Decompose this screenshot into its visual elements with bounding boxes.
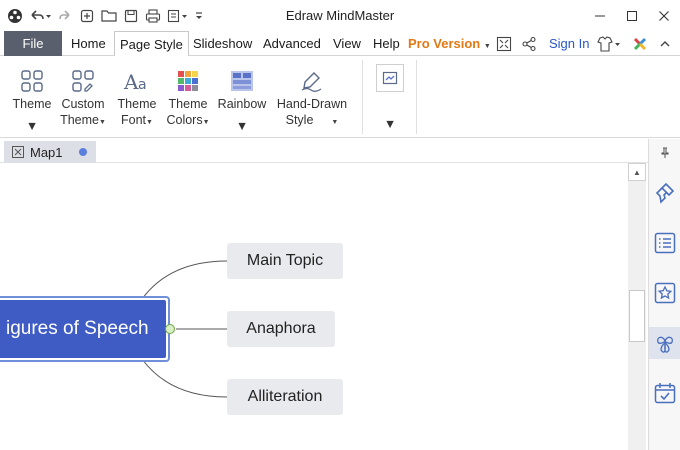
format-brush-icon[interactable] [649,177,680,209]
caret-down-icon: ▼ [235,119,249,133]
pro-version-button[interactable]: Pro Version ▼ [408,31,491,56]
caret-down-icon: ▼ [98,119,106,126]
minimize-icon[interactable] [584,0,616,31]
caret-down-icon: ▼ [331,119,339,126]
main-topic[interactable]: Anaphora [227,311,335,347]
svg-text:A: A [123,70,139,93]
mindmap-file-icon [12,146,24,158]
rainbow-label: Rainbow [217,97,267,111]
document-tab-bar: Map1 [0,139,648,163]
logo-icon[interactable] [4,6,26,26]
rainbow-button[interactable]: Rainbow ▼ [216,56,268,136]
menu-page-style[interactable]: Page Style [114,31,189,57]
theme-colors-icon [177,66,199,96]
document-tab[interactable]: Map1 [4,141,96,163]
svg-text:a: a [138,77,147,93]
hand-drawn-icon [300,66,324,96]
menu-advanced[interactable]: Advanced [263,31,321,56]
export-icon[interactable] [164,6,192,26]
save-icon[interactable] [120,6,142,26]
vertical-scrollbar[interactable]: ▲ [628,163,646,450]
theme-colors-button[interactable]: Theme Colors▼ [165,56,211,136]
redo-icon[interactable] [54,6,76,26]
sign-in-link[interactable]: Sign In [549,31,589,56]
menu-home[interactable]: Home [71,31,106,56]
hand-drawn-style-button[interactable]: Hand-Drawn Style ▼ [274,56,350,136]
undo-icon[interactable] [26,6,54,26]
background-icon [376,64,404,92]
outline-list-icon[interactable] [649,227,680,259]
clipart-icon[interactable] [649,277,680,309]
caret-down-icon: ▼ [383,117,397,131]
right-side-panel [648,139,680,450]
close-icon[interactable] [648,0,680,31]
theme-font-label-2: Font [121,113,147,127]
custom-theme-label-2: Theme [60,113,99,127]
theme-font-button[interactable]: Aa Theme Font▼ [114,56,160,136]
scroll-thumb[interactable] [629,290,645,342]
menu-slideshow[interactable]: Slideshow [193,31,252,56]
central-topic-label: igures of Speech [0,300,166,358]
pin-icon[interactable] [649,141,680,165]
theme-button[interactable]: Theme ▼ [10,56,54,136]
custom-theme-icon [72,66,94,96]
theme-colors-label-1: Theme [168,97,208,111]
theme-icon [21,66,43,96]
caret-down-icon: ▼ [146,119,153,126]
custom-theme-button[interactable]: Custom Theme▼ [58,56,108,136]
print-icon[interactable] [142,6,164,26]
ribbon-separator [416,60,417,134]
collapse-handle[interactable] [165,324,175,334]
maximize-icon[interactable] [616,0,648,31]
theme-style-icon[interactable] [649,327,680,359]
ribbon-separator [362,60,363,134]
menu-view[interactable]: View [333,31,361,56]
theme-label: Theme [12,97,52,111]
central-topic[interactable]: igures of Speech [0,296,170,362]
ribbon: Theme ▼ Custom Theme▼ Aa Theme Font▼ The… [0,56,680,138]
main-topic[interactable]: Main Topic [227,243,343,279]
unsaved-dot-icon [79,148,87,156]
hand-drawn-label-2: Style [285,113,314,127]
title-bar: Edraw MindMaster [0,0,680,31]
background-button[interactable]: ▼ [372,56,408,136]
caret-down-icon: ▼ [483,43,491,50]
scroll-up-icon[interactable]: ▲ [628,163,646,181]
new-icon[interactable] [76,6,98,26]
customize-icon[interactable] [192,6,206,26]
caret-down-icon: ▼ [202,119,210,126]
mindmap-canvas[interactable]: igures of Speech Main Topic Anaphora All… [0,163,628,450]
caret-down-icon: ▼ [25,119,39,133]
theme-font-label-1: Theme [117,97,157,111]
task-icon[interactable] [649,377,680,409]
hand-drawn-label-1: Hand-Drawn [276,97,348,111]
menu-help[interactable]: Help [373,31,400,56]
document-tab-label: Map1 [30,144,63,160]
theme-colors-label-2: Colors [166,113,203,127]
pro-version-label: Pro Version [408,36,481,51]
menu-file[interactable]: File [4,31,62,56]
open-icon[interactable] [98,6,120,26]
main-topic[interactable]: Alliteration [227,379,343,415]
menu-bar: File Home Page Style Slideshow Advanced … [0,31,680,57]
rainbow-icon [230,66,254,96]
custom-theme-label-1: Custom [61,97,105,111]
theme-font-icon: Aa [123,66,151,96]
